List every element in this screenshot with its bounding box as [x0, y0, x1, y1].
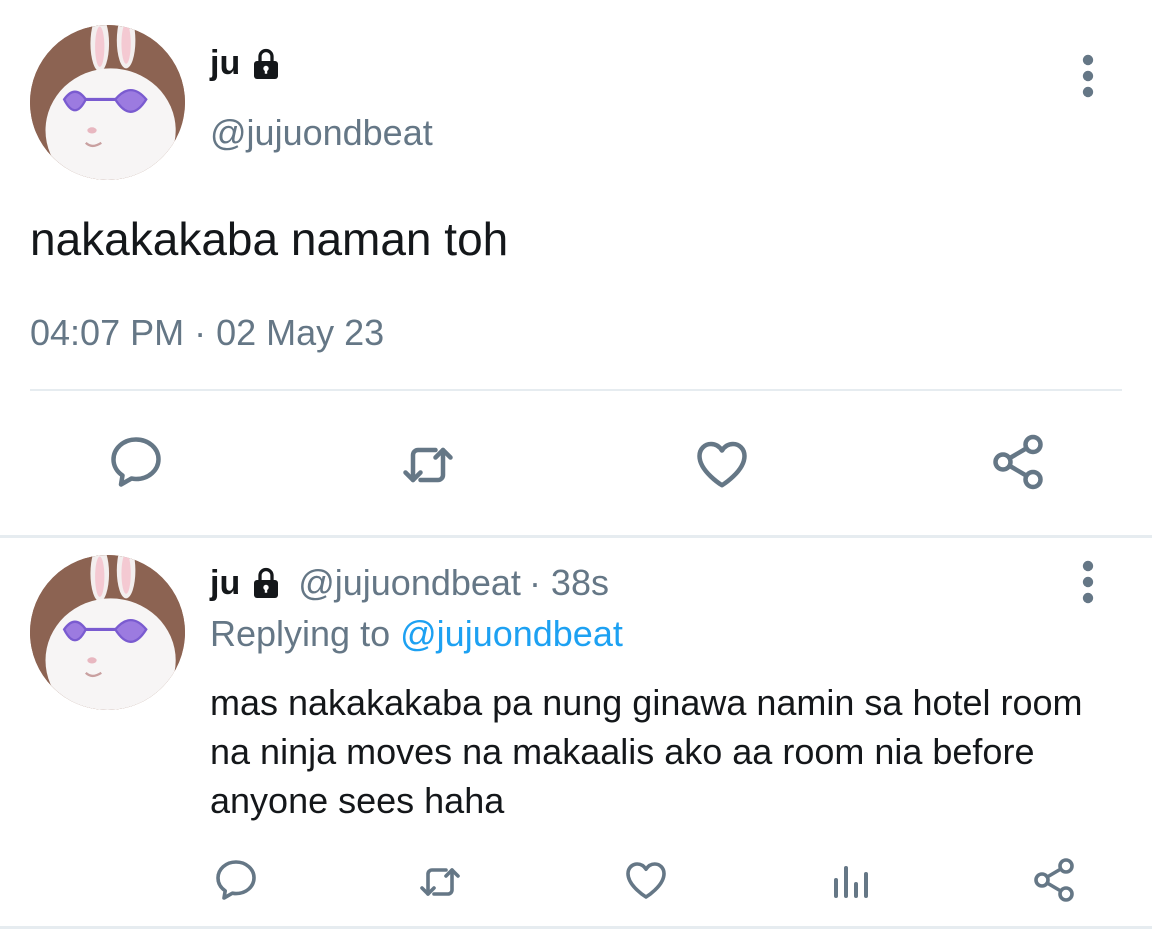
author-handle[interactable]: @jujuondbeat — [210, 112, 433, 154]
share-icon[interactable] — [1030, 856, 1078, 904]
reply-text: mas nakakakaba pa nung ginawa namin sa h… — [210, 682, 1083, 821]
more-options-icon[interactable] — [1078, 52, 1098, 100]
avatar[interactable] — [30, 555, 185, 710]
replying-to-label: Replying to — [210, 613, 391, 654]
share-icon[interactable] — [988, 432, 1048, 492]
replying-to-line: Replying to @jujuondbeat — [210, 613, 623, 655]
more-options-icon[interactable] — [1078, 558, 1098, 606]
reply-header: ju @jujuondbeat · 38s — [210, 562, 609, 604]
bunny-avatar-image — [30, 25, 185, 180]
main-tweet: ju @jujuondbeat nakakakaba naman toh 04:… — [0, 0, 1152, 535]
like-icon[interactable] — [622, 856, 670, 904]
tweet-timestamp: 04:07 PM · 02 May 23 — [30, 312, 385, 353]
replying-to-handle-link[interactable]: @jujuondbeat — [400, 613, 623, 654]
lock-icon — [248, 565, 284, 601]
like-icon[interactable] — [692, 434, 752, 494]
retweet-icon[interactable] — [398, 435, 458, 495]
divider — [30, 389, 1122, 391]
section-divider — [0, 535, 1152, 538]
display-name[interactable]: ju — [210, 44, 240, 83]
retweet-icon[interactable] — [416, 858, 464, 906]
analytics-icon[interactable] — [826, 856, 874, 904]
tweet-text: nakakakaba naman toh — [30, 213, 509, 265]
bunny-avatar-image — [30, 555, 185, 710]
author-handle[interactable]: @jujuondbeat — [298, 562, 521, 604]
avatar[interactable] — [30, 25, 185, 180]
reply-icon[interactable] — [106, 432, 166, 492]
author-name-row: ju — [210, 44, 284, 83]
display-name[interactable]: ju — [210, 564, 240, 603]
reply-icon[interactable] — [212, 856, 260, 904]
lock-icon — [248, 46, 284, 82]
tweet-age: · 38s — [528, 562, 609, 603]
bottom-divider — [0, 926, 1152, 929]
